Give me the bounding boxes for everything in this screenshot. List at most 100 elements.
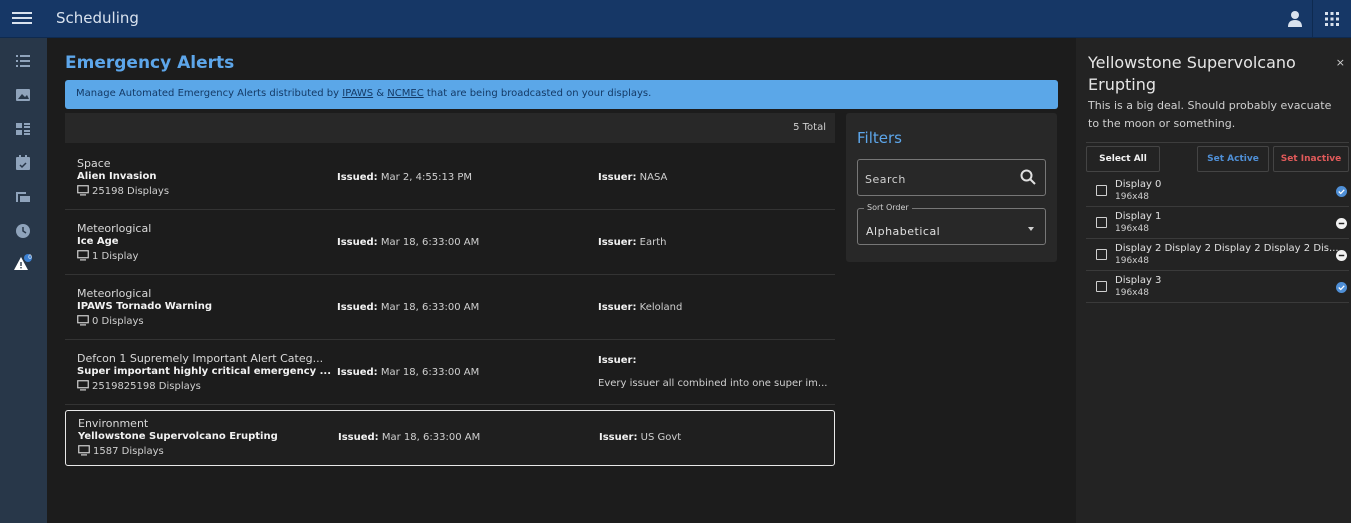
- display-name: Display 2 Display 2 Display 2 Display 2 …: [1115, 243, 1339, 254]
- alert-displays-text: 25198 Displays: [92, 186, 170, 197]
- alert-displays: 25198 Displays: [77, 185, 169, 197]
- issued-label: Issued:: [337, 302, 378, 313]
- issued-value: Mar 18, 6:33:00 AM: [380, 367, 480, 378]
- widgets-icon[interactable]: [13, 119, 33, 139]
- alert-issued: Issued: Mar 18, 6:33:00 AM: [338, 432, 480, 443]
- alert-row[interactable]: Meteorlogical Ice Age 1 Display Issued: …: [65, 210, 835, 275]
- alert-displays-text: 1 Display: [92, 251, 139, 262]
- divider: [1086, 142, 1349, 143]
- sort-order-select[interactable]: Sort Order Alphabetical: [857, 203, 1046, 245]
- banner-text: &: [373, 88, 388, 99]
- alert-category: Environment: [78, 417, 149, 430]
- monitor-icon: [78, 445, 90, 456]
- alert-name: Super important highly critical emergenc…: [77, 366, 332, 377]
- calendar-icon[interactable]: [13, 153, 33, 173]
- check-circle-icon: [1336, 282, 1347, 293]
- alert-issuer: Issuer: NASA: [598, 172, 667, 183]
- ncmec-link[interactable]: NCMEC: [387, 88, 423, 99]
- display-size: 196x48: [1115, 256, 1149, 266]
- set-inactive-button[interactable]: Set Inactive: [1273, 146, 1349, 172]
- info-banner: Manage Automated Emergency Alerts distri…: [65, 80, 1058, 109]
- layout-icon[interactable]: [13, 187, 33, 207]
- issued-value: Mar 18, 6:33:00 AM: [380, 237, 480, 248]
- alert-displays: 0 Displays: [77, 315, 144, 327]
- apps-grid-icon[interactable]: [1322, 9, 1342, 29]
- total-count: 5 Total: [793, 122, 826, 133]
- issuer-value: Keloland: [639, 302, 683, 313]
- issued-label: Issued:: [337, 237, 378, 248]
- page-title: Emergency Alerts: [65, 53, 235, 73]
- issued-label: Issued:: [337, 367, 378, 378]
- search-input[interactable]: Search: [857, 159, 1046, 196]
- issued-label: Issued:: [337, 172, 378, 183]
- filters-panel: Filters Search Sort Order Alphabetical: [846, 113, 1057, 262]
- alert-issued: Issued: Mar 2, 4:55:13 PM: [337, 172, 472, 183]
- sort-order-label: Sort Order: [864, 203, 912, 212]
- set-active-button[interactable]: Set Active: [1197, 146, 1269, 172]
- display-item[interactable]: Display 1 196x48: [1086, 208, 1349, 239]
- alert-row-selected[interactable]: Environment Yellowstone Supervolcano Eru…: [65, 410, 835, 466]
- alert-displays-text: 2519825198 Displays: [92, 381, 201, 392]
- issuer-value: Earth: [639, 237, 667, 248]
- check-circle-icon: [1336, 186, 1347, 197]
- issuer-label: Issuer:: [598, 302, 637, 313]
- banner-text: that are being broadcasted on your displ…: [423, 88, 652, 99]
- clock-icon[interactable]: [13, 221, 33, 241]
- issued-value: Mar 2, 4:55:13 PM: [380, 172, 473, 183]
- alert-issuer: Issuer: US Govt: [599, 432, 681, 443]
- select-all-button[interactable]: Select All: [1086, 146, 1160, 172]
- issued-value: Mar 18, 6:33:00 AM: [380, 302, 480, 313]
- alert-row[interactable]: Meteorlogical IPAWS Tornado Warning 0 Di…: [65, 275, 835, 340]
- alert-category: Meteorlogical: [77, 287, 152, 300]
- search-icon[interactable]: [1019, 168, 1037, 186]
- banner-text: Manage Automated Emergency Alerts distri…: [76, 88, 343, 99]
- alert-row[interactable]: Space Alien Invasion 25198 Displays Issu…: [65, 145, 835, 210]
- issuer-value: NASA: [639, 172, 668, 183]
- chevron-down-icon: [1028, 227, 1034, 231]
- alert-issuer: Issuer:: [598, 355, 636, 366]
- user-icon[interactable]: [1285, 9, 1305, 29]
- alert-category: Meteorlogical: [77, 222, 152, 235]
- close-icon[interactable]: ×: [1336, 56, 1345, 69]
- display-name: Display 3: [1115, 275, 1162, 286]
- alert-issued: Issued: Mar 18, 6:33:00 AM: [337, 367, 479, 378]
- display-item[interactable]: Display 2 Display 2 Display 2 Display 2 …: [1086, 240, 1349, 271]
- alert-name: Yellowstone Supervolcano Erupting: [78, 431, 278, 442]
- alert-issuer: Issuer: Earth: [598, 237, 666, 248]
- display-name: Display 0: [1115, 179, 1162, 190]
- display-checkbox[interactable]: [1096, 217, 1107, 228]
- alert-name: IPAWS Tornado Warning: [77, 301, 212, 312]
- alerts-list: 5 Total Space Alien Invasion 25198 Displ…: [65, 113, 835, 476]
- alert-displays: 1587 Displays: [78, 445, 164, 457]
- issuer-label: Issuer:: [598, 237, 637, 248]
- minus-circle-icon: [1336, 250, 1347, 261]
- display-item[interactable]: Display 3 196x48: [1086, 272, 1349, 303]
- ipaws-link[interactable]: IPAWS: [342, 88, 373, 99]
- alert-issuer: Issuer: Keloland: [598, 302, 682, 313]
- issuer-label: Issuer:: [598, 172, 637, 183]
- display-size: 196x48: [1115, 192, 1149, 202]
- display-checkbox[interactable]: [1096, 281, 1107, 292]
- issued-value: Mar 18, 6:33:00 AM: [381, 432, 481, 443]
- alert-detail-panel: Yellowstone Supervolcano Erupting × This…: [1076, 38, 1351, 523]
- issued-label: Issued:: [338, 432, 379, 443]
- menu-icon[interactable]: [12, 9, 32, 29]
- list-icon[interactable]: [13, 51, 33, 71]
- image-icon[interactable]: [13, 85, 33, 105]
- alert-badge-count: 0: [28, 254, 32, 261]
- minus-circle-icon: [1336, 218, 1347, 229]
- detail-title: Yellowstone Supervolcano Erupting: [1088, 53, 1296, 94]
- issuer-label: Issuer:: [598, 355, 637, 366]
- display-name: Display 1: [1115, 211, 1162, 222]
- alert-issuer-line2: Every issuer all combined into one super…: [598, 378, 828, 389]
- alert-row[interactable]: Defcon 1 Supremely Important Alert Categ…: [65, 340, 835, 405]
- display-checkbox[interactable]: [1096, 249, 1107, 260]
- alert-name: Alien Invasion: [77, 171, 157, 182]
- alert-category: Space: [77, 157, 111, 170]
- display-item[interactable]: Display 0 196x48: [1086, 176, 1349, 207]
- monitor-icon: [77, 380, 89, 391]
- alert-issued: Issued: Mar 18, 6:33:00 AM: [337, 237, 479, 248]
- left-rail: 0: [0, 38, 47, 523]
- filters-title: Filters: [857, 129, 902, 147]
- display-checkbox[interactable]: [1096, 185, 1107, 196]
